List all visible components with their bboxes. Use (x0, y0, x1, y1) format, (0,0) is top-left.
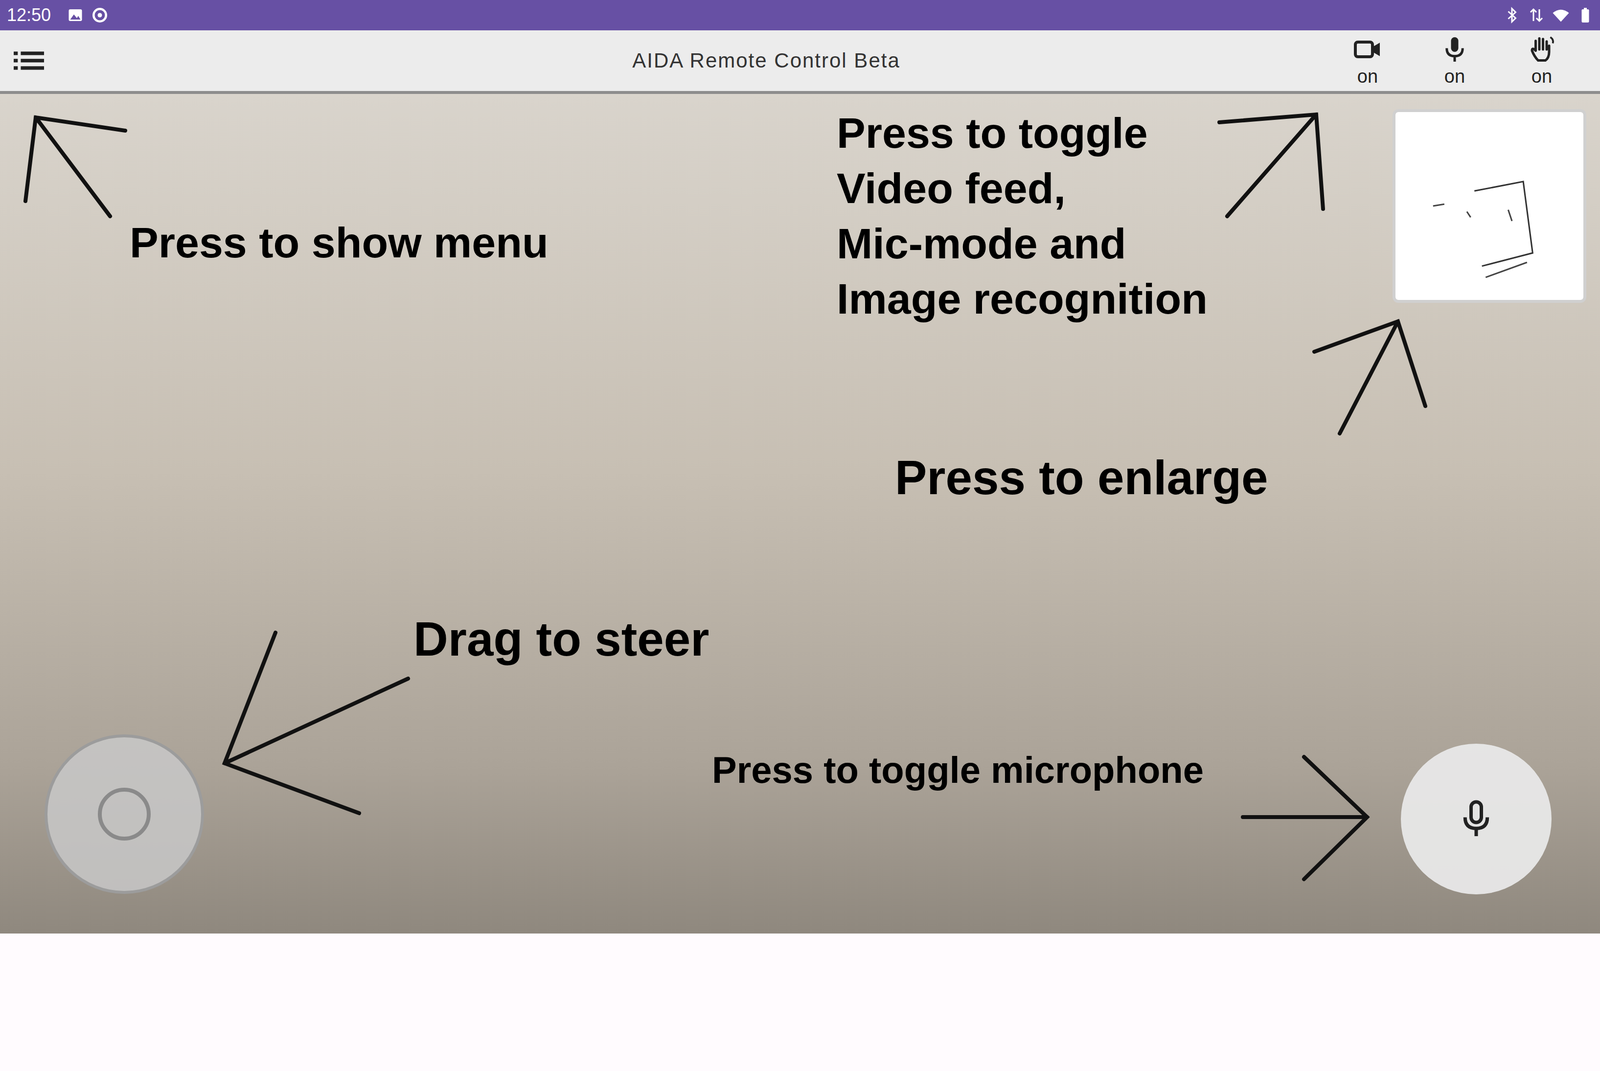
gallery-icon (66, 6, 85, 24)
video-toggle[interactable]: on (1338, 34, 1397, 88)
arrows-layer (0, 93, 1600, 934)
toggle-label: on (1444, 66, 1465, 88)
app-bar: AIDA Remote Control Beta on on on (0, 30, 1600, 94)
arrow-icon (25, 117, 126, 217)
joystick-knob[interactable] (97, 787, 151, 841)
app-title: AIDA Remote Control Beta (46, 48, 1339, 73)
arrow-icon (1219, 114, 1324, 217)
arrow-icon (224, 632, 409, 814)
toggles-hint: Press to toggleVideo feed,Mic-mode andIm… (836, 105, 1208, 327)
joystick[interactable] (44, 734, 205, 894)
mic-toggle[interactable]: on (1425, 34, 1484, 88)
status-bar: 12:50 (0, 0, 1600, 31)
gesture-toggle[interactable]: on (1512, 34, 1571, 88)
video-feed: Press to show menu Press to toggleVideo f… (0, 93, 1600, 934)
hint-line: Press to toggle (836, 105, 1208, 161)
menu-icon (13, 48, 45, 73)
microphone-icon (1455, 798, 1497, 840)
steer-hint: Drag to steer (413, 611, 710, 667)
microphone-button[interactable] (1400, 743, 1552, 895)
menu-button[interactable] (10, 45, 47, 76)
battery-icon (1576, 6, 1595, 24)
hint-line: Image recognition (836, 271, 1208, 327)
bluetooth-icon (1503, 6, 1521, 24)
microphone-icon (1440, 34, 1470, 65)
toggle-group: on on on (1338, 34, 1571, 88)
bottom-area (0, 933, 1600, 1071)
status-time: 12:50 (6, 4, 51, 26)
hand-icon (1527, 34, 1557, 65)
sync-icon (91, 6, 109, 24)
arrow-icon (1314, 321, 1426, 434)
wifi-icon (1552, 6, 1570, 24)
hint-line: Mic-mode and (836, 215, 1208, 272)
toggle-label: on (1357, 66, 1378, 88)
video-camera-icon (1352, 34, 1383, 65)
map-thumbnail[interactable] (1392, 109, 1587, 303)
enlarge-hint: Press to enlarge (894, 450, 1269, 506)
microphone-hint: Press to toggle microphone (711, 748, 1204, 792)
arrow-icon (1242, 756, 1368, 880)
toggle-label: on (1531, 66, 1553, 88)
data-icon (1527, 6, 1546, 24)
screen: 12:50 AIDA Remote Control Beta on on on Press… (0, 0, 1600, 1071)
menu-hint: Press to show menu (129, 217, 549, 268)
map-icon (1395, 112, 1584, 300)
hint-line: Video feed, (836, 160, 1208, 216)
